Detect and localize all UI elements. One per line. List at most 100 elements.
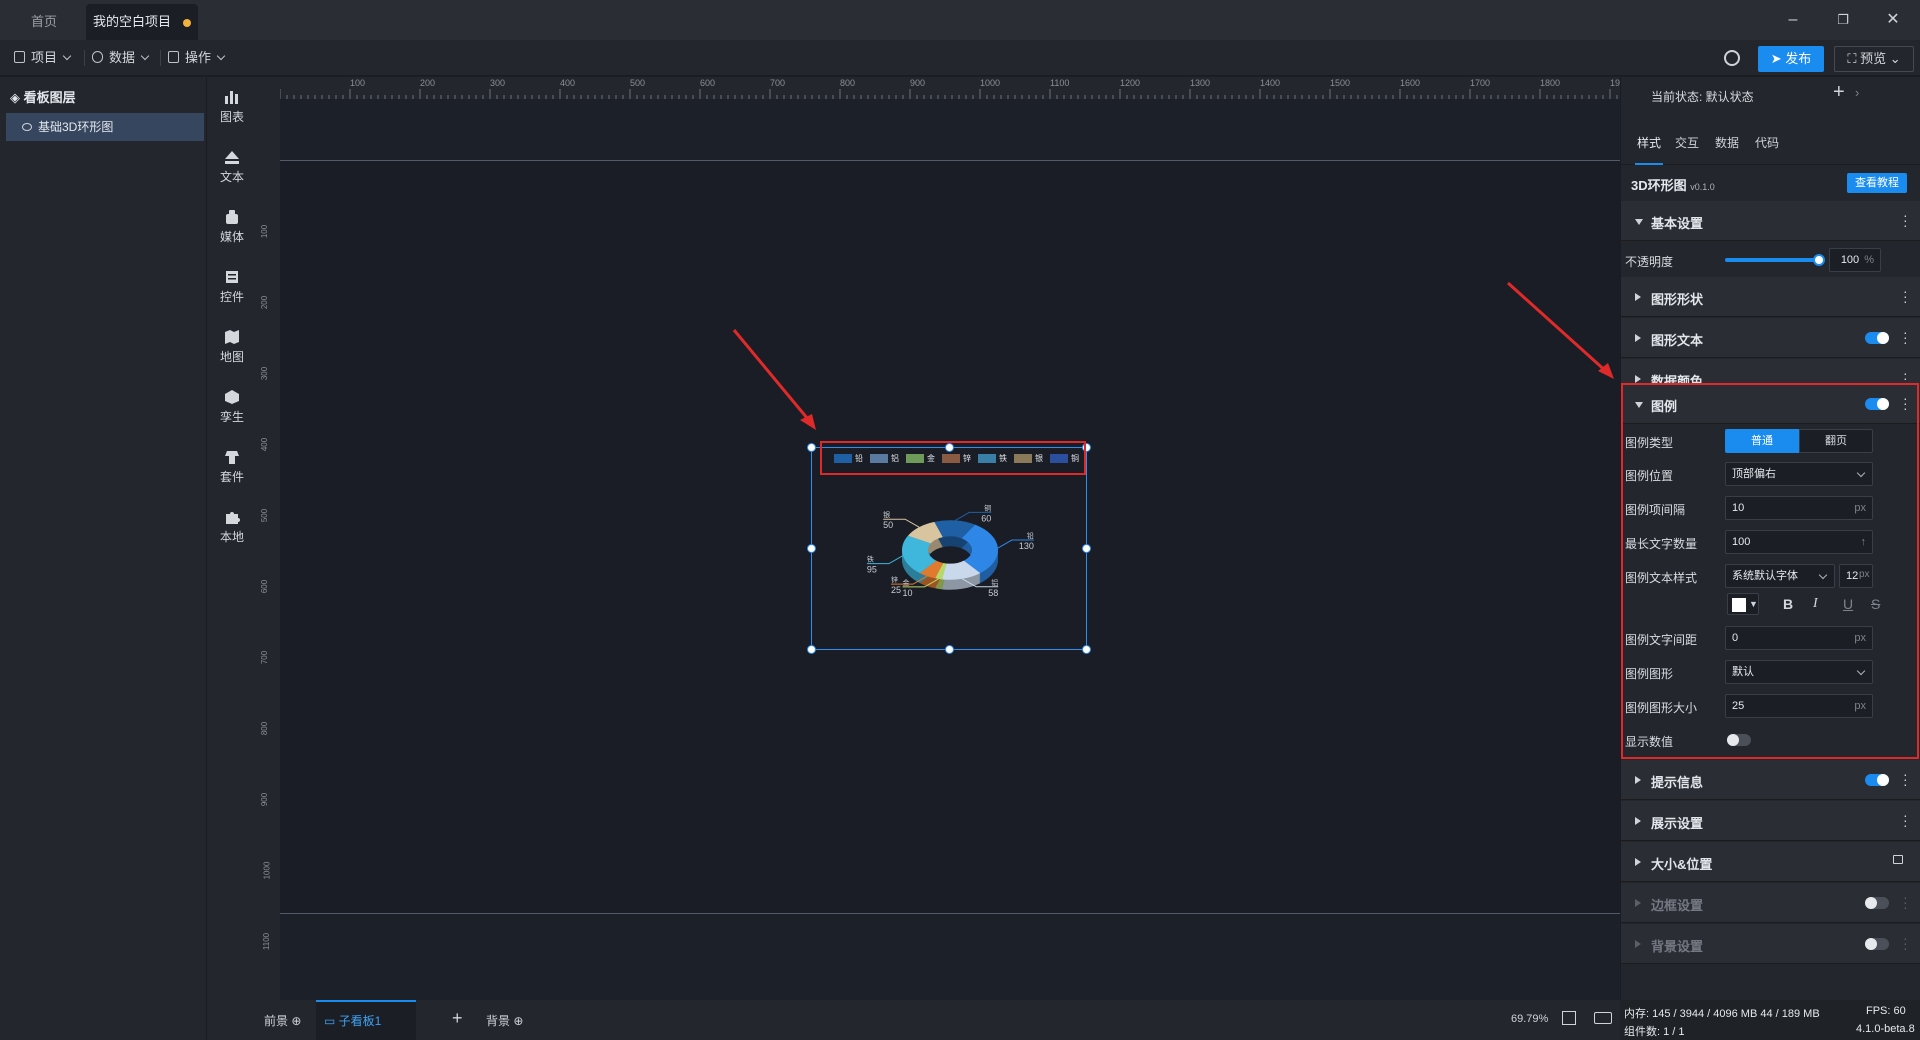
foreground-tab[interactable]: 前景 ⊕ (264, 1012, 301, 1029)
keyboard-icon[interactable] (1594, 1012, 1612, 1024)
tab-sub-board[interactable]: ▭ 子看板1 (316, 1000, 416, 1040)
legend-font-value: 系统默认字体 (1732, 570, 1798, 582)
fit-screen-icon[interactable] (1562, 1011, 1576, 1025)
layer-item[interactable]: 基础3D环形图 (6, 113, 204, 141)
add-circle-icon[interactable]: ⊕ (513, 1014, 523, 1028)
legend-type-paged[interactable]: 翻页 (1799, 429, 1873, 453)
minimize-icon[interactable]: – (1780, 8, 1806, 32)
menu-data[interactable]: 数据 (92, 48, 150, 68)
tool-text[interactable]: 文本 (207, 149, 257, 185)
eye-icon[interactable] (22, 123, 32, 131)
section-tooltip[interactable]: 提示信息 · · · (1621, 760, 1920, 800)
add-board-icon[interactable]: + (452, 1008, 463, 1029)
legend-spacing-value: 10 (1732, 502, 1745, 514)
legend-shape-select[interactable]: 默认 (1725, 660, 1873, 684)
close-icon[interactable]: ✕ (1880, 8, 1906, 32)
tab-style[interactable]: 样式 (1635, 121, 1664, 165)
bold-icon[interactable]: B (1783, 596, 1793, 612)
more-icon[interactable]: · · · (1903, 931, 1908, 955)
more-icon[interactable]: · · · (1903, 890, 1908, 914)
more-icon[interactable]: · · · (1903, 767, 1908, 791)
section-basic[interactable]: 基本设置 · · · (1621, 201, 1920, 241)
opacity-slider[interactable] (1725, 254, 1825, 266)
stepper-up-icon[interactable]: ↑ (1861, 531, 1867, 553)
layers-title: ◈ 看板图层 (10, 87, 76, 106)
tab-data[interactable]: 数据 (1715, 121, 1739, 165)
toggle-knob (1877, 398, 1889, 410)
publish-button[interactable]: ➤ 发布 (1758, 46, 1824, 72)
legend-position-value: 顶部偏右 (1732, 468, 1776, 480)
legend-spacing-input[interactable]: 10 px (1725, 496, 1873, 520)
italic-icon[interactable]: I (1813, 596, 1818, 612)
legend-color-picker[interactable]: ▼ (1727, 593, 1759, 615)
lock-icon[interactable] (1893, 855, 1903, 864)
background-tab[interactable]: 背景 ⊕ (486, 1012, 523, 1029)
border-toggle[interactable] (1865, 897, 1889, 909)
slice-value-label: 60 (981, 513, 991, 523)
section-legend[interactable]: 图例 · · · (1621, 384, 1920, 424)
tool-map[interactable]: 地图 (207, 329, 257, 365)
section-text-label: 图形文本 (1651, 333, 1704, 348)
more-icon[interactable]: · · · (1903, 284, 1908, 308)
more-icon[interactable]: · · · (1903, 325, 1908, 349)
legend-type-normal[interactable]: 普通 (1725, 429, 1799, 453)
more-icon[interactable]: · · · (1903, 391, 1908, 415)
add-state-icon[interactable]: + (1833, 81, 1845, 104)
section-shape[interactable]: 图形形状 · · · (1621, 277, 1920, 317)
slice-value-label: 25 (891, 585, 901, 595)
layer-item-label: 基础3D环形图 (38, 120, 114, 134)
opacity-input[interactable]: 100% (1829, 248, 1881, 272)
caret-right-icon (1635, 817, 1641, 825)
tool-control[interactable]: 控件 (207, 269, 257, 305)
legend-position-select[interactable]: 顶部偏右 (1725, 462, 1873, 486)
more-icon[interactable]: · · · (1903, 808, 1908, 832)
status-bar: 内存: 145 / 3944 / 4096 MB 44 / 189 MB FPS… (1620, 1000, 1920, 1040)
section-display-label: 展示设置 (1651, 816, 1704, 831)
tab-project-label: 我的空白项目 (92, 14, 171, 29)
tooltip-toggle[interactable] (1865, 774, 1889, 786)
section-display[interactable]: 展示设置 · · · (1621, 801, 1920, 841)
tab-home[interactable]: 首页 (4, 4, 84, 40)
annotation-highlight-legend (820, 441, 1086, 475)
menu-operate[interactable]: 操作 (168, 48, 226, 68)
preview-button[interactable]: ⛶ 预览 ⌄ (1834, 46, 1914, 72)
tab-home-label: 首页 (30, 14, 57, 29)
search-icon[interactable] (1724, 50, 1740, 66)
legend-toggle[interactable] (1865, 398, 1889, 410)
legend-maxchars-input[interactable]: 100 ↑ (1725, 530, 1873, 554)
tool-chart[interactable]: 图表 (207, 89, 257, 125)
tool-local[interactable]: 本地 (207, 509, 257, 545)
section-text[interactable]: 图形文本 · · · (1621, 318, 1920, 358)
section-border-label: 边框设置 (1651, 898, 1704, 913)
tool-twin[interactable]: 孪生 (207, 389, 257, 425)
background-toggle[interactable] (1865, 938, 1889, 950)
strikethrough-icon[interactable]: S (1871, 596, 1880, 612)
more-icon[interactable]: · · · (1903, 208, 1908, 232)
add-circle-icon[interactable]: ⊕ (291, 1014, 301, 1028)
tool-kit[interactable]: 套件 (207, 449, 257, 485)
menu-project[interactable]: 项目 (14, 48, 72, 68)
chart-widget-selection[interactable]: 铅铝 金锌 铁 银 铜 铅 130 铝 58 金 10 锌 25 铁 95 银 50 铜 60 (807, 443, 1091, 654)
zoom-level[interactable]: 69.79% (1511, 1013, 1548, 1025)
section-background[interactable]: 背景设置 · · · (1621, 924, 1920, 964)
tab-interaction[interactable]: 交互 (1675, 121, 1699, 165)
underline-icon[interactable]: U (1843, 596, 1853, 612)
tool-media[interactable]: 媒体 (207, 209, 257, 245)
tab-code[interactable]: 代码 (1755, 121, 1779, 165)
chevron-right-icon[interactable]: › (1855, 85, 1859, 100)
caret-right-icon (1635, 940, 1641, 948)
legend-letterspacing-input[interactable]: 0 px (1725, 626, 1873, 650)
legend-shapesize-input[interactable]: 25 px (1725, 694, 1873, 718)
caret-down-icon (1635, 219, 1643, 225)
tutorial-button[interactable]: 查看教程 (1847, 173, 1907, 193)
legend-font-select[interactable]: 系统默认字体 (1725, 564, 1835, 588)
tab-project[interactable]: 我的空白项目 (86, 4, 198, 40)
section-legend-label: 图例 (1651, 399, 1678, 414)
section-size[interactable]: 大小&位置 (1621, 842, 1920, 882)
section-border[interactable]: 边框设置 · · · (1621, 883, 1920, 923)
restore-icon[interactable]: ❐ (1830, 8, 1856, 32)
ruler-label: 1700 (1470, 78, 1491, 88)
text-toggle[interactable] (1865, 332, 1889, 344)
opacity-slider-knob[interactable] (1813, 254, 1825, 266)
show-value-toggle[interactable] (1727, 734, 1751, 746)
